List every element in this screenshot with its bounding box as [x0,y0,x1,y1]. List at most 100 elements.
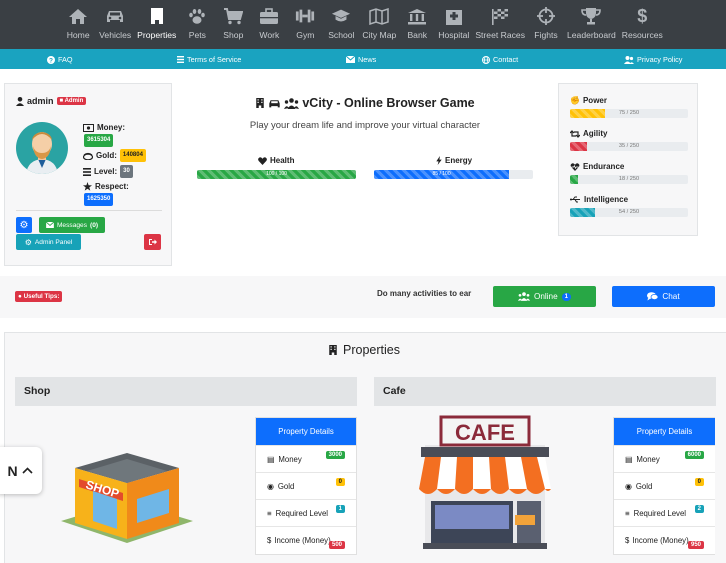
contact-label: Contact [493,55,519,64]
terms-label: Terms of Service [187,55,242,64]
terms-link[interactable]: Terms of Service [177,55,241,64]
users-icon [517,292,530,301]
nav-gym[interactable]: Gym [287,0,323,49]
cafe-gold-value: 0 [694,478,704,486]
shop-level-label: Required Level [275,508,329,518]
nav-label: Shop [223,30,244,40]
checkered-flag-icon [490,7,510,25]
dollar-icon: $ [267,536,272,545]
nav-leaderboard[interactable]: Leaderboard [564,0,619,49]
sign-out-icon [148,239,157,245]
chat-button[interactable]: Chat [612,286,715,307]
news-label: News [358,55,377,64]
nav-resources[interactable]: $ Resources [619,0,666,49]
online-button[interactable]: Online 1 [493,286,596,307]
cogs-icon: ⚙ [24,237,32,247]
bank-icon [407,7,427,25]
shop-details-header: Property Details [256,418,356,445]
admin-badge: ■ Admin [56,97,87,105]
cafe-income-value: 950 [687,541,704,549]
briefcase-icon [259,7,279,25]
nav-bank[interactable]: Bank [399,0,435,49]
list-icon: ≡ [267,508,272,518]
agility-bar: 35 / 250 [570,142,688,151]
page-title: vCity - Online Browser Game [175,96,555,110]
cafe-gold-label: Gold [635,481,653,491]
star-icon [83,182,92,191]
cafe-header: Cafe [374,377,716,406]
nav-school[interactable]: School [323,0,359,49]
admin-panel-button[interactable]: ⚙ Admin Panel [16,234,81,250]
contact-link[interactable]: Contact [482,55,518,64]
shop-money-label: Money [278,454,302,464]
nav-shop[interactable]: Shop [215,0,251,49]
nav-home[interactable]: Home [60,0,96,49]
logout-button[interactable] [144,234,161,250]
energy-label: Energy [436,156,472,165]
usb-icon [570,196,580,203]
news-link[interactable]: News [346,55,376,64]
online-count-badge: 1 [561,292,571,301]
shop-level-value: 1 [335,505,345,513]
power-bar: 75 / 250 [570,109,688,118]
money-bill-icon [83,123,94,132]
agility-attribute: Agility 35 / 250 [570,128,688,151]
health-bar-text: 100 / 100 [266,171,287,177]
cafe-level-row: ≡ Required Level 2 [614,499,715,526]
cafe-sign-text: CAFE [455,420,515,445]
nav-label: Work [259,30,280,40]
nav-pets[interactable]: Pets [179,0,215,49]
privacy-link[interactable]: Privacy Policy [624,55,682,64]
cafe-level-value: 2 [694,505,704,513]
nav-city-map[interactable]: City Map [359,0,399,49]
list-icon: ≡ [625,508,630,518]
faq-link[interactable]: ? FAQ [47,55,73,64]
energy-bar-fill: 85 / 100 [374,170,510,179]
money-bill-icon: ▤ [625,454,633,464]
money-label: Money: [97,123,125,132]
divider [16,210,162,211]
intelligence-attribute: Intelligence 54 / 250 [570,194,688,217]
nav-vehicles[interactable]: Vehicles [96,0,134,49]
power-label: Power [582,96,607,105]
list-icon [83,167,91,176]
floating-widget-text: N [7,462,18,479]
energy-bar-text: 85 / 100 [432,171,451,177]
nav-work[interactable]: Work [251,0,287,49]
respect-badge: 1625350 [84,193,114,206]
nav-label: Bank [407,30,428,40]
gold-badge: 140804 [119,149,146,162]
nav-fights[interactable]: Fights [528,0,564,49]
cart-icon [223,7,244,25]
nav-label: City Map [362,30,397,40]
main-navbar: Home Vehicles Properties Pets Shop Work … [0,0,726,49]
attributes-card: ✊ Power 75 / 250 Agility 35 / 250 Endurance… [558,83,698,236]
nav-hospital[interactable]: Hospital [435,0,472,49]
health-bar-fill: 100 / 100 [197,170,356,179]
level-stat: Level: 30 [83,165,146,178]
floating-widget[interactable]: N [0,447,42,494]
question-circle-icon: ? [47,55,55,64]
nav-label: Hospital [438,30,470,40]
cafe-money-value: 6000 [684,451,704,459]
cafe-level-label: Required Level [633,508,687,518]
nav-street-races[interactable]: Street Races [472,0,528,49]
nav-label: Street Races [475,30,525,40]
shop-money-row: ▤ Money 3000 [256,445,356,472]
dollar-icon: $ [625,536,630,545]
tips-strip: ● Useful Tips: Do many activities to ear… [0,276,726,318]
user-header: admin ■ Admin [16,96,87,106]
messages-button[interactable]: Messages (0) [39,217,105,233]
crosshairs-icon [536,7,556,25]
cafe-image: CAFE [417,415,553,550]
nav-label: Leaderboard [567,30,616,40]
fist-icon: ✊ [570,96,580,105]
intelligence-label: Intelligence [584,195,629,204]
cafe-details-header: Property Details [614,418,715,445]
settings-button[interactable]: ⚙ [16,217,32,233]
secondary-navbar: ? FAQ Terms of Service News Contact Priva… [0,49,726,69]
chat-label: Chat [662,292,680,301]
trophy-icon [581,7,602,25]
nav-properties[interactable]: Properties [134,0,179,49]
globe-icon [482,55,490,64]
